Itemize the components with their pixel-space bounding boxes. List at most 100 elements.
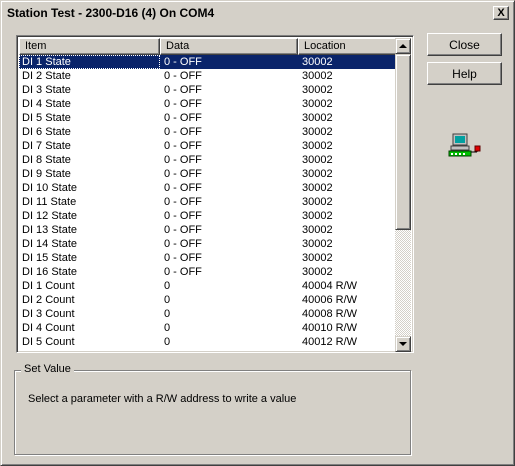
table-row[interactable]: DI 5 State 0 - OFF 30002 bbox=[19, 111, 397, 125]
cell-data: 0 - OFF bbox=[164, 126, 202, 138]
cell-item: DI 12 State bbox=[22, 210, 78, 222]
set-value-group bbox=[14, 370, 411, 455]
cell-location: 30002 bbox=[302, 84, 333, 96]
cell-item: DI 9 State bbox=[22, 168, 71, 180]
table-row[interactable]: DI 10 State 0 - OFF 30002 bbox=[19, 181, 397, 195]
cell-item: DI 16 State bbox=[22, 266, 78, 278]
cell-location: 30002 bbox=[302, 140, 333, 152]
cell-location: 40006 R/W bbox=[302, 294, 358, 306]
cell-location: 30002 bbox=[302, 238, 333, 250]
table-row[interactable]: DI 11 State 0 - OFF 30002 bbox=[19, 195, 397, 209]
table-row[interactable]: DI 3 State 0 - OFF 30002 bbox=[19, 83, 397, 97]
column-header-item[interactable]: Item bbox=[19, 38, 160, 55]
cell-item: DI 4 Count bbox=[22, 322, 75, 334]
cell-item: DI 13 State bbox=[22, 224, 78, 236]
list-header: Item Data Location bbox=[19, 38, 397, 55]
cell-item: DI 15 State bbox=[22, 252, 78, 264]
scroll-down-button[interactable] bbox=[395, 336, 411, 352]
table-row[interactable]: DI 1 State 0 - OFF 30002 bbox=[19, 55, 397, 69]
table-row[interactable]: DI 5 Count 0 40012 R/W bbox=[19, 335, 397, 349]
set-value-message: Select a parameter with a R/W address to… bbox=[28, 393, 297, 405]
cell-location: 30002 bbox=[302, 56, 333, 68]
window-title: Station Test - 2300-D16 (4) On COM4 bbox=[7, 6, 215, 20]
cell-data: 0 bbox=[164, 308, 171, 320]
table-row[interactable]: DI 14 State 0 - OFF 30002 bbox=[19, 237, 397, 251]
column-header-data[interactable]: Data bbox=[160, 38, 298, 55]
cell-item: DI 3 State bbox=[22, 84, 71, 96]
cell-data: 0 - OFF bbox=[164, 196, 202, 208]
cell-data: 0 bbox=[160, 349, 298, 351]
table-row[interactable]: DI 4 State 0 - OFF 30002 bbox=[19, 97, 397, 111]
table-row[interactable]: DI 6 Count040014 R/W bbox=[19, 349, 397, 351]
cell-item: DI 2 Count bbox=[22, 294, 75, 306]
cell-data: 0 - OFF bbox=[164, 70, 202, 82]
cell-item: DI 1 Count bbox=[22, 280, 75, 292]
cell-item: DI 4 State bbox=[22, 98, 71, 110]
table-row[interactable]: DI 15 State 0 - OFF 30002 bbox=[19, 251, 397, 265]
title-close-button[interactable]: X bbox=[493, 6, 509, 20]
cell-data: 0 - OFF bbox=[164, 238, 202, 250]
cell-item: DI 14 State bbox=[22, 238, 78, 250]
table-row[interactable]: DI 4 Count 0 40010 R/W bbox=[19, 321, 397, 335]
close-button[interactable]: Close bbox=[427, 33, 502, 56]
cell-data: 0 - OFF bbox=[164, 224, 202, 236]
table-row[interactable]: DI 8 State 0 - OFF 30002 bbox=[19, 153, 397, 167]
table-row[interactable]: DI 7 State 0 - OFF 30002 bbox=[19, 139, 397, 153]
table-row[interactable]: DI 3 Count 0 40008 R/W bbox=[19, 307, 397, 321]
cell-location: 30002 bbox=[302, 154, 333, 166]
cell-item: DI 10 State bbox=[22, 182, 78, 194]
cell-item: DI 5 Count bbox=[22, 336, 75, 348]
table-row[interactable]: DI 2 Count 0 40006 R/W bbox=[19, 293, 397, 307]
cell-item: DI 8 State bbox=[22, 154, 71, 166]
cell-location: 30002 bbox=[302, 182, 333, 194]
cell-location: 40014 R/W bbox=[298, 349, 397, 351]
arrow-down-icon bbox=[399, 342, 407, 346]
cell-data: 0 - OFF bbox=[164, 182, 202, 194]
vertical-scrollbar[interactable] bbox=[395, 38, 411, 352]
cell-location: 40012 R/W bbox=[302, 336, 358, 348]
cell-location: 30002 bbox=[302, 224, 333, 236]
help-button[interactable]: Help bbox=[427, 62, 502, 85]
cell-data: 0 bbox=[164, 322, 171, 334]
cell-data: 0 bbox=[164, 336, 171, 348]
column-header-location[interactable]: Location bbox=[298, 38, 397, 55]
table-row[interactable]: DI 6 State 0 - OFF 30002 bbox=[19, 125, 397, 139]
cell-location: 30002 bbox=[302, 210, 333, 222]
cell-data: 0 - OFF bbox=[164, 98, 202, 110]
cell-data: 0 - OFF bbox=[164, 84, 202, 96]
cell-location: 30002 bbox=[302, 196, 333, 208]
table-row[interactable]: DI 13 State 0 - OFF 30002 bbox=[19, 223, 397, 237]
cell-data: 0 bbox=[164, 280, 171, 292]
cell-data: 0 - OFF bbox=[164, 168, 202, 180]
set-value-legend: Set Value bbox=[21, 363, 74, 376]
cell-location: 30002 bbox=[302, 98, 333, 110]
table-row[interactable]: DI 2 State 0 - OFF 30002 bbox=[19, 69, 397, 83]
cell-location: 40010 R/W bbox=[302, 322, 358, 334]
cell-location: 40004 R/W bbox=[302, 280, 358, 292]
title-bar: Station Test - 2300-D16 (4) On COM4 X bbox=[4, 4, 511, 22]
scroll-up-button[interactable] bbox=[395, 38, 411, 54]
station-computer-icon bbox=[448, 133, 481, 157]
cell-location: 40008 R/W bbox=[302, 308, 358, 320]
close-icon: X bbox=[497, 6, 505, 19]
cell-item: DI 2 State bbox=[22, 70, 71, 82]
station-test-window: Station Test - 2300-D16 (4) On COM4 X It… bbox=[0, 0, 515, 466]
cell-data: 0 - OFF bbox=[164, 266, 202, 278]
scroll-thumb[interactable] bbox=[395, 54, 411, 230]
table-row[interactable]: DI 12 State 0 - OFF 30002 bbox=[19, 209, 397, 223]
cell-item: DI 7 State bbox=[22, 140, 71, 152]
cell-location: 30002 bbox=[302, 126, 333, 138]
table-row[interactable]: DI 9 State 0 - OFF 30002 bbox=[19, 167, 397, 181]
cell-item: DI 11 State bbox=[22, 196, 77, 208]
cell-location: 30002 bbox=[302, 266, 333, 278]
cell-data: 0 - OFF bbox=[164, 210, 202, 222]
cell-data: 0 - OFF bbox=[164, 56, 202, 68]
arrow-up-icon bbox=[399, 44, 407, 48]
parameter-list[interactable]: Item Data Location DI 1 State 0 - OFF 3000… bbox=[16, 35, 414, 353]
table-row[interactable]: DI 1 Count 0 40004 R/W bbox=[19, 279, 397, 293]
cell-item: DI 6 Count bbox=[19, 349, 160, 351]
cell-data: 0 bbox=[164, 294, 171, 306]
table-row[interactable]: DI 16 State 0 - OFF 30002 bbox=[19, 265, 397, 279]
cell-location: 30002 bbox=[302, 112, 333, 124]
cell-data: 0 - OFF bbox=[164, 252, 202, 264]
